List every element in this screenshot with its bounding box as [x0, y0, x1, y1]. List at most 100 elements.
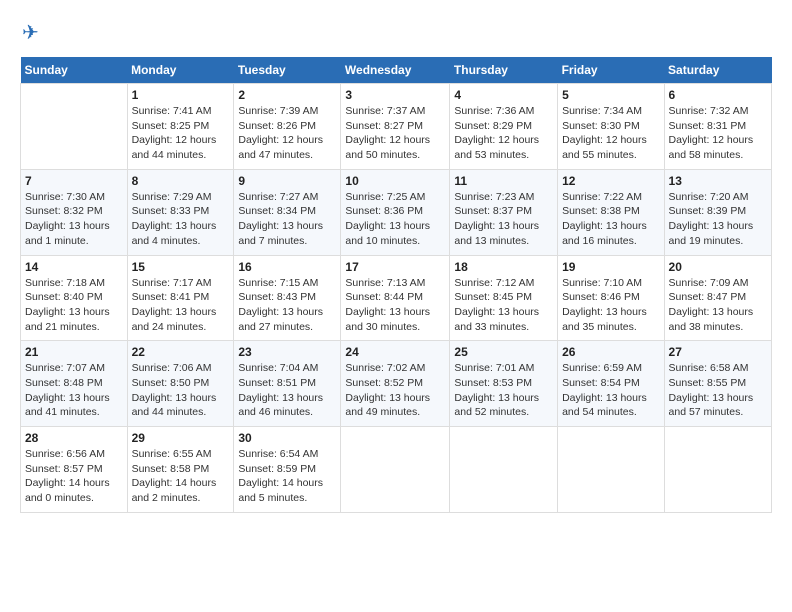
sunrise-text: Sunrise: 7:13 AMSunset: 8:44 PMDaylight:… [345, 277, 430, 333]
calendar-cell: 13 Sunrise: 7:20 AMSunset: 8:39 PMDaylig… [664, 169, 771, 255]
calendar-cell: 12 Sunrise: 7:22 AMSunset: 8:38 PMDaylig… [558, 169, 664, 255]
weekday-header: Friday [558, 57, 664, 84]
day-number: 21 [25, 345, 123, 359]
day-number: 15 [132, 260, 230, 274]
calendar-cell: 21 Sunrise: 7:07 AMSunset: 8:48 PMDaylig… [21, 341, 128, 427]
calendar-cell: 8 Sunrise: 7:29 AMSunset: 8:33 PMDayligh… [127, 169, 234, 255]
calendar-cell: 15 Sunrise: 7:17 AMSunset: 8:41 PMDaylig… [127, 255, 234, 341]
sunrise-text: Sunrise: 7:34 AMSunset: 8:30 PMDaylight:… [562, 105, 647, 161]
calendar-cell [664, 427, 771, 513]
calendar-cell: 24 Sunrise: 7:02 AMSunset: 8:52 PMDaylig… [341, 341, 450, 427]
day-number: 3 [345, 88, 445, 102]
day-number: 13 [669, 174, 767, 188]
day-number: 16 [238, 260, 336, 274]
sunrise-text: Sunrise: 6:58 AMSunset: 8:55 PMDaylight:… [669, 362, 754, 418]
sunrise-text: Sunrise: 7:18 AMSunset: 8:40 PMDaylight:… [25, 277, 110, 333]
sunrise-text: Sunrise: 7:27 AMSunset: 8:34 PMDaylight:… [238, 191, 323, 247]
day-number: 20 [669, 260, 767, 274]
sunrise-text: Sunrise: 7:10 AMSunset: 8:46 PMDaylight:… [562, 277, 647, 333]
calendar-cell: 3 Sunrise: 7:37 AMSunset: 8:27 PMDayligh… [341, 84, 450, 170]
weekday-header: Tuesday [234, 57, 341, 84]
calendar-cell: 22 Sunrise: 7:06 AMSunset: 8:50 PMDaylig… [127, 341, 234, 427]
day-number: 7 [25, 174, 123, 188]
day-number: 30 [238, 431, 336, 445]
logo-icon: ✈ [22, 20, 39, 45]
calendar-cell: 5 Sunrise: 7:34 AMSunset: 8:30 PMDayligh… [558, 84, 664, 170]
calendar-cell: 26 Sunrise: 6:59 AMSunset: 8:54 PMDaylig… [558, 341, 664, 427]
calendar-cell: 29 Sunrise: 6:55 AMSunset: 8:58 PMDaylig… [127, 427, 234, 513]
sunrise-text: Sunrise: 7:01 AMSunset: 8:53 PMDaylight:… [454, 362, 539, 418]
day-number: 19 [562, 260, 659, 274]
day-number: 9 [238, 174, 336, 188]
sunrise-text: Sunrise: 6:59 AMSunset: 8:54 PMDaylight:… [562, 362, 647, 418]
calendar-cell: 25 Sunrise: 7:01 AMSunset: 8:53 PMDaylig… [450, 341, 558, 427]
calendar-cell: 20 Sunrise: 7:09 AMSunset: 8:47 PMDaylig… [664, 255, 771, 341]
day-number: 17 [345, 260, 445, 274]
weekday-header: Monday [127, 57, 234, 84]
calendar-cell [21, 84, 128, 170]
calendar-week-row: 7 Sunrise: 7:30 AMSunset: 8:32 PMDayligh… [21, 169, 772, 255]
weekday-header: Wednesday [341, 57, 450, 84]
page-header: ✈ [20, 20, 772, 41]
day-number: 11 [454, 174, 553, 188]
sunrise-text: Sunrise: 7:17 AMSunset: 8:41 PMDaylight:… [132, 277, 217, 333]
weekday-header: Thursday [450, 57, 558, 84]
calendar-week-row: 14 Sunrise: 7:18 AMSunset: 8:40 PMDaylig… [21, 255, 772, 341]
day-number: 23 [238, 345, 336, 359]
day-number: 28 [25, 431, 123, 445]
calendar-cell [341, 427, 450, 513]
day-number: 26 [562, 345, 659, 359]
logo: ✈ [20, 20, 39, 41]
calendar-cell: 28 Sunrise: 6:56 AMSunset: 8:57 PMDaylig… [21, 427, 128, 513]
calendar-cell: 23 Sunrise: 7:04 AMSunset: 8:51 PMDaylig… [234, 341, 341, 427]
calendar-table: SundayMondayTuesdayWednesdayThursdayFrid… [20, 57, 772, 513]
sunrise-text: Sunrise: 7:30 AMSunset: 8:32 PMDaylight:… [25, 191, 110, 247]
weekday-header: Sunday [21, 57, 128, 84]
calendar-cell: 1 Sunrise: 7:41 AMSunset: 8:25 PMDayligh… [127, 84, 234, 170]
day-number: 4 [454, 88, 553, 102]
calendar-cell: 18 Sunrise: 7:12 AMSunset: 8:45 PMDaylig… [450, 255, 558, 341]
sunrise-text: Sunrise: 7:04 AMSunset: 8:51 PMDaylight:… [238, 362, 323, 418]
day-number: 8 [132, 174, 230, 188]
sunrise-text: Sunrise: 7:20 AMSunset: 8:39 PMDaylight:… [669, 191, 754, 247]
calendar-cell: 4 Sunrise: 7:36 AMSunset: 8:29 PMDayligh… [450, 84, 558, 170]
day-number: 25 [454, 345, 553, 359]
calendar-cell [450, 427, 558, 513]
calendar-cell: 16 Sunrise: 7:15 AMSunset: 8:43 PMDaylig… [234, 255, 341, 341]
weekday-header: Saturday [664, 57, 771, 84]
day-number: 2 [238, 88, 336, 102]
day-number: 5 [562, 88, 659, 102]
day-number: 1 [132, 88, 230, 102]
sunrise-text: Sunrise: 7:41 AMSunset: 8:25 PMDaylight:… [132, 105, 217, 161]
calendar-week-row: 21 Sunrise: 7:07 AMSunset: 8:48 PMDaylig… [21, 341, 772, 427]
sunrise-text: Sunrise: 7:32 AMSunset: 8:31 PMDaylight:… [669, 105, 754, 161]
sunrise-text: Sunrise: 7:15 AMSunset: 8:43 PMDaylight:… [238, 277, 323, 333]
day-number: 14 [25, 260, 123, 274]
calendar-cell: 30 Sunrise: 6:54 AMSunset: 8:59 PMDaylig… [234, 427, 341, 513]
day-number: 12 [562, 174, 659, 188]
calendar-cell: 6 Sunrise: 7:32 AMSunset: 8:31 PMDayligh… [664, 84, 771, 170]
sunrise-text: Sunrise: 7:22 AMSunset: 8:38 PMDaylight:… [562, 191, 647, 247]
day-number: 24 [345, 345, 445, 359]
sunrise-text: Sunrise: 7:29 AMSunset: 8:33 PMDaylight:… [132, 191, 217, 247]
calendar-cell: 11 Sunrise: 7:23 AMSunset: 8:37 PMDaylig… [450, 169, 558, 255]
sunrise-text: Sunrise: 7:23 AMSunset: 8:37 PMDaylight:… [454, 191, 539, 247]
day-number: 18 [454, 260, 553, 274]
sunrise-text: Sunrise: 6:55 AMSunset: 8:58 PMDaylight:… [132, 448, 217, 504]
day-number: 27 [669, 345, 767, 359]
calendar-cell: 9 Sunrise: 7:27 AMSunset: 8:34 PMDayligh… [234, 169, 341, 255]
sunrise-text: Sunrise: 7:12 AMSunset: 8:45 PMDaylight:… [454, 277, 539, 333]
day-number: 10 [345, 174, 445, 188]
calendar-cell: 19 Sunrise: 7:10 AMSunset: 8:46 PMDaylig… [558, 255, 664, 341]
sunrise-text: Sunrise: 7:06 AMSunset: 8:50 PMDaylight:… [132, 362, 217, 418]
weekday-header-row: SundayMondayTuesdayWednesdayThursdayFrid… [21, 57, 772, 84]
sunrise-text: Sunrise: 6:54 AMSunset: 8:59 PMDaylight:… [238, 448, 323, 504]
calendar-cell [558, 427, 664, 513]
calendar-cell: 14 Sunrise: 7:18 AMSunset: 8:40 PMDaylig… [21, 255, 128, 341]
calendar-cell: 17 Sunrise: 7:13 AMSunset: 8:44 PMDaylig… [341, 255, 450, 341]
calendar-cell: 2 Sunrise: 7:39 AMSunset: 8:26 PMDayligh… [234, 84, 341, 170]
sunrise-text: Sunrise: 7:09 AMSunset: 8:47 PMDaylight:… [669, 277, 754, 333]
sunrise-text: Sunrise: 7:02 AMSunset: 8:52 PMDaylight:… [345, 362, 430, 418]
sunrise-text: Sunrise: 7:39 AMSunset: 8:26 PMDaylight:… [238, 105, 323, 161]
calendar-week-row: 28 Sunrise: 6:56 AMSunset: 8:57 PMDaylig… [21, 427, 772, 513]
